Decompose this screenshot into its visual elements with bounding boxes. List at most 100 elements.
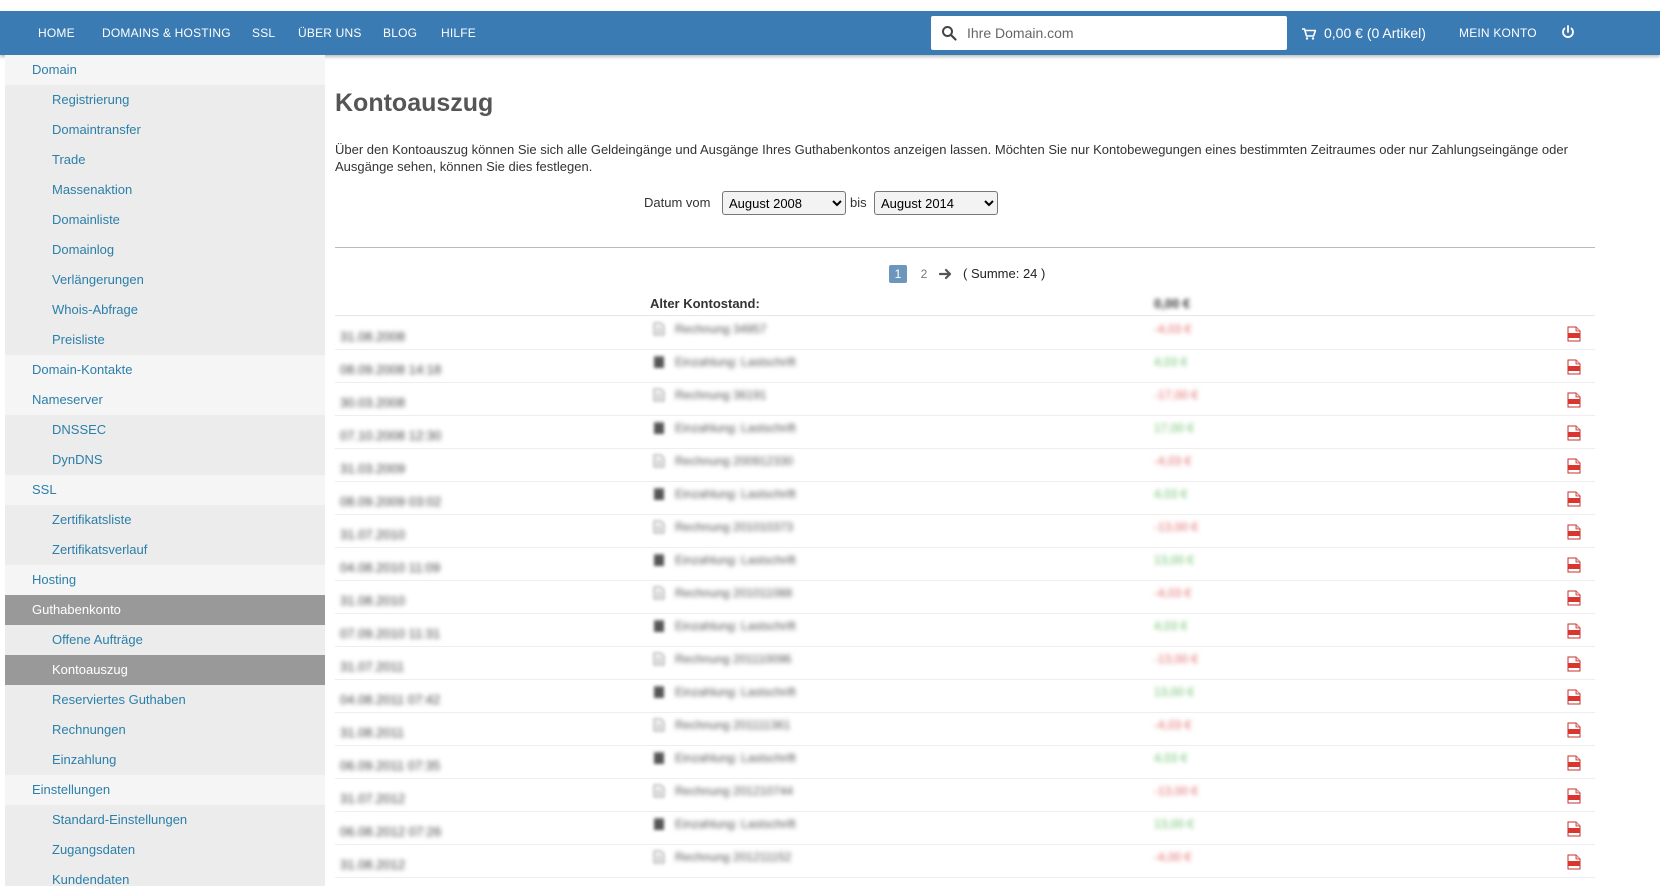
sidebar-item-domaintransfer[interactable]: Domaintransfer (5, 115, 325, 145)
pdf-icon[interactable] (1567, 458, 1581, 474)
pdf-icon[interactable] (1567, 854, 1581, 870)
domain-search-input[interactable] (967, 16, 1277, 50)
nav-home[interactable]: HOME (38, 11, 75, 55)
sidebar-item-einstellungen[interactable]: Einstellungen (5, 775, 325, 805)
sidebar-item-domainlog[interactable]: Domainlog (5, 235, 325, 265)
cart-button[interactable]: 0,00 € (0 Artikel) (1302, 11, 1426, 55)
table-row: 31.07.2012 Rechnung 201210744 -13,00 € (335, 778, 1595, 812)
sidebar-item-ssl[interactable]: SSL (5, 475, 325, 505)
sidebar-item-label: Hosting (32, 572, 77, 587)
top-navbar: HOME DOMAINS & HOSTING SSL ÜBER UNS BLOG… (0, 11, 1660, 55)
pdf-icon[interactable] (1567, 656, 1581, 672)
sidebar-item-label: SSL (32, 482, 57, 497)
pdf-icon[interactable] (1567, 821, 1581, 837)
pdf-icon[interactable] (1567, 326, 1581, 342)
sidebar-item-hosting[interactable]: Hosting (5, 565, 325, 595)
sidebar-item-kundendaten[interactable]: Kundendaten (5, 865, 325, 886)
sidebar-item-zertifikatsliste[interactable]: Zertifikatsliste (5, 505, 325, 535)
sidebar-item-zertifikatsverlauf[interactable]: Zertifikatsverlauf (5, 535, 325, 565)
pdf-icon[interactable] (1567, 425, 1581, 441)
pdf-icon[interactable] (1567, 689, 1581, 705)
pdf-icon[interactable] (1567, 722, 1581, 738)
sidebar-item-domain[interactable]: Domain (5, 55, 325, 85)
pdf-icon[interactable] (1567, 788, 1581, 804)
power-icon[interactable] (1560, 24, 1576, 40)
payment-icon (654, 686, 664, 698)
table-row: 30.03.2008 Rechnung 36191 -17,00 € (335, 382, 1595, 416)
page-1[interactable]: 1 (889, 265, 907, 283)
sidebar-item-standard-einstellungen[interactable]: Standard-Einstellungen (5, 805, 325, 835)
nav-ueber-uns[interactable]: ÜBER UNS (298, 11, 362, 55)
sidebar-item-label: Domain-Kontakte (32, 362, 133, 377)
sidebar-item-whois-abfrage[interactable]: Whois-Abfrage (5, 295, 325, 325)
row-amount: -4,00 € (1154, 850, 1192, 864)
sidebar-item-preisliste[interactable]: Preisliste (5, 325, 325, 355)
pdf-icon[interactable] (1567, 524, 1581, 540)
table-row: 08.09.2008 14:18 Einzahlung: Lastschrift 4… (335, 349, 1595, 383)
row-date: 04.08.2011 07:42 (340, 692, 441, 707)
row-amount: 17,00 € (1154, 421, 1195, 435)
row-date: 08.09.2009 03:02 (340, 494, 442, 509)
payment-icon (654, 554, 664, 566)
sidebar-item-reserviertes-guthaben[interactable]: Reserviertes Guthaben (5, 685, 325, 715)
document-icon (653, 586, 665, 600)
row-description: Einzahlung: Lastschrift (675, 355, 796, 369)
sidebar-item-einzahlung[interactable]: Einzahlung (5, 745, 325, 775)
nav-hilfe[interactable]: HILFE (441, 11, 476, 55)
sidebar-item-label: Guthabenkonto (32, 602, 121, 617)
sidebar-item-dnssec[interactable]: DNSSEC (5, 415, 325, 445)
sidebar-item-domainliste[interactable]: Domainliste (5, 205, 325, 235)
from-date-select[interactable]: August 2008 (722, 191, 846, 215)
row-amount: -4,03 € (1154, 322, 1192, 336)
sidebar-item-verlaengerungen[interactable]: Verlängerungen (5, 265, 325, 295)
sidebar-item-label: Einzahlung (52, 752, 117, 767)
row-date: 06.09.2011 07:35 (340, 758, 441, 773)
row-date: 31.08.2012 (340, 857, 406, 872)
sidebar-item-nameserver[interactable]: Nameserver (5, 385, 325, 415)
table-row: 06.09.2011 07:35 Einzahlung: Lastschrift 4… (335, 745, 1595, 779)
row-description: Rechnung 201111361 (675, 718, 791, 732)
row-description: Einzahlung: Lastschrift (675, 685, 796, 699)
table-header: Alter Kontostand: 0,00 € (335, 293, 1595, 316)
row-date: 06.08.2012 07:26 (340, 824, 442, 839)
table-row: 31.03.2009 Rechnung 200912330 -4,03 € (335, 448, 1595, 482)
sidebar-item-offene-auftraege[interactable]: Offene Aufträge (5, 625, 325, 655)
sidebar-item-guthabenkonto[interactable]: Guthabenkonto (5, 595, 325, 625)
row-description: Rechnung 200912330 (675, 454, 794, 468)
sidebar-item-label: Whois-Abfrage (52, 302, 138, 317)
nav-domains-hosting[interactable]: DOMAINS & HOSTING (102, 11, 231, 55)
nav-blog[interactable]: BLOG (383, 11, 417, 55)
page-2[interactable]: 2 (917, 265, 931, 283)
table-row: 07.10.2008 12:30 Einzahlung: Lastschrift 1… (335, 415, 1595, 449)
pdf-icon[interactable] (1567, 557, 1581, 573)
divider (335, 247, 1595, 248)
sidebar-item-zugangsdaten[interactable]: Zugangsdaten (5, 835, 325, 865)
sidebar-item-domain-kontakte[interactable]: Domain-Kontakte (5, 355, 325, 385)
sidebar-item-massenaktion[interactable]: Massenaktion (5, 175, 325, 205)
nav-mein-konto[interactable]: MEIN KONTO (1459, 11, 1537, 55)
document-icon (653, 850, 665, 864)
pagination-summary: ( Summe: 24 ) (963, 266, 1046, 281)
sidebar-item-dyndns[interactable]: DynDNS (5, 445, 325, 475)
pdf-icon[interactable] (1567, 392, 1581, 408)
sidebar-item-label: Domainliste (52, 212, 120, 227)
sidebar-item-label: Domaintransfer (52, 122, 141, 137)
row-amount: -4,03 € (1154, 586, 1192, 600)
pdf-icon[interactable] (1567, 755, 1581, 771)
sidebar-item-registrierung[interactable]: Registrierung (5, 85, 325, 115)
to-date-select[interactable]: August 2014 (874, 191, 998, 215)
pdf-icon[interactable] (1567, 623, 1581, 639)
search-icon[interactable] (941, 25, 957, 41)
sidebar-item-rechnungen[interactable]: Rechnungen (5, 715, 325, 745)
nav-ssl[interactable]: SSL (252, 11, 275, 55)
sidebar-item-trade[interactable]: Trade (5, 145, 325, 175)
arrow-right-icon[interactable] (939, 267, 953, 281)
sidebar-item-kontoauszug[interactable]: Kontoauszug (5, 655, 325, 685)
intro-text: Über den Kontoauszug können Sie sich all… (335, 142, 1568, 174)
document-icon (653, 652, 665, 666)
row-amount: 4,03 € (1154, 355, 1188, 369)
pdf-icon[interactable] (1567, 491, 1581, 507)
pdf-icon[interactable] (1567, 590, 1581, 606)
pdf-icon[interactable] (1567, 359, 1581, 375)
table-row: 07.09.2010 11:31 Einzahlung: Lastschrift 4… (335, 613, 1595, 647)
